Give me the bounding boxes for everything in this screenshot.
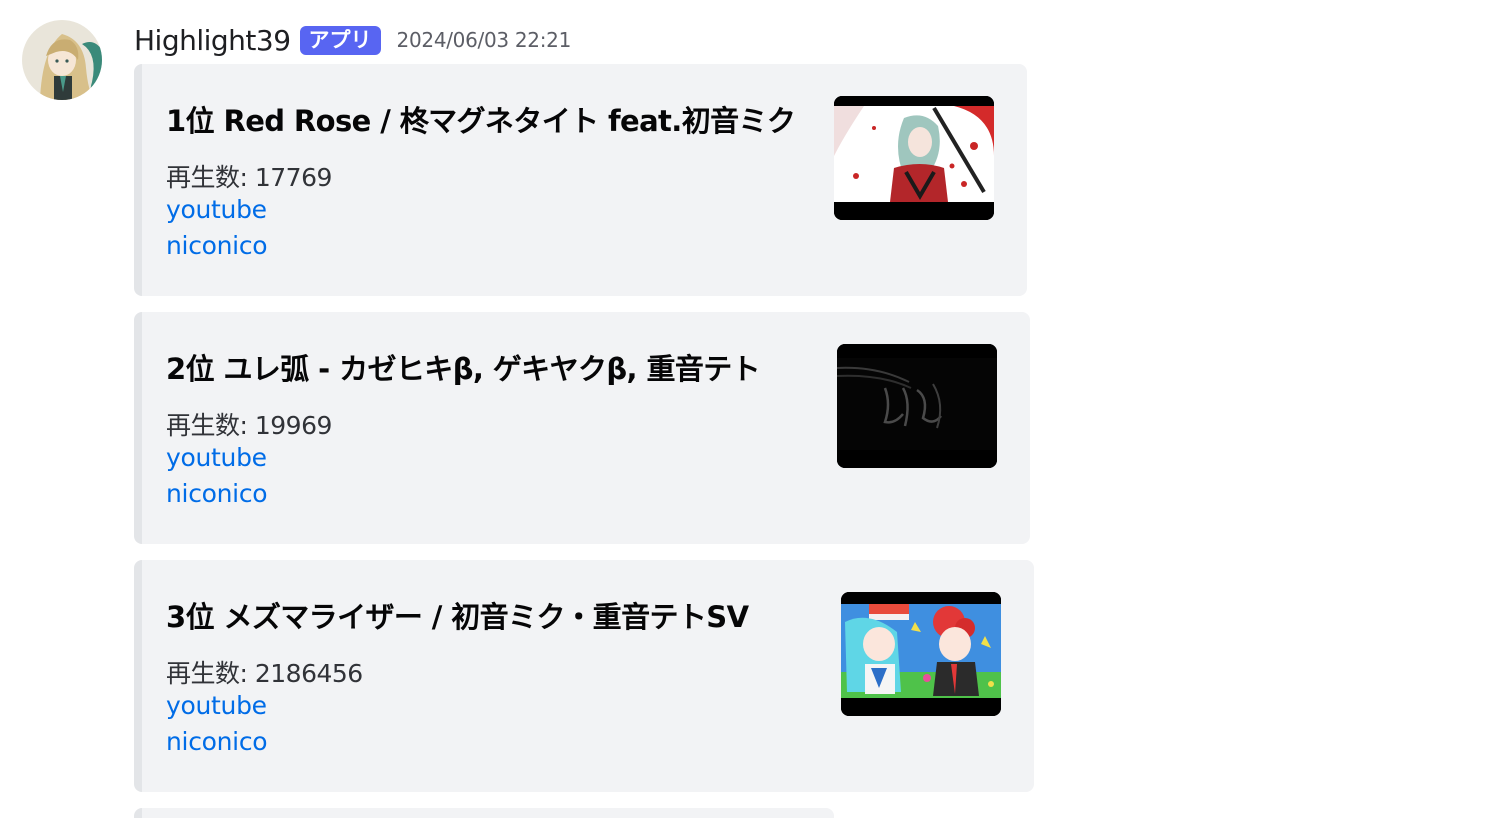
embed-card-1: 1位 Red Rose / 柊マグネタイト feat.初音ミク 再生数: 177… <box>134 64 1027 296</box>
red-rose-thumbnail-icon <box>834 96 994 220</box>
embed-title[interactable]: 2位 ユレ弧 - カゼヒキβ, ゲキヤクβ, 重音テト <box>166 346 761 388</box>
play-count: 再生数: 19969 <box>166 411 332 440</box>
app-badge: アプリ <box>299 25 381 55</box>
mesmerizer-thumbnail-icon <box>841 592 1001 716</box>
embed-card-2: 2位 ユレ弧 - カゼヒキβ, ゲキヤクβ, 重音テト 再生数: 19969 y… <box>134 312 1030 544</box>
embed-title[interactable]: 1位 Red Rose / 柊マグネタイト feat.初音ミク <box>166 98 796 140</box>
youtube-link[interactable]: youtube <box>166 443 267 472</box>
niconico-link[interactable]: niconico <box>166 727 268 756</box>
chat-message: Highlight39 アプリ 2024/06/03 22:21 1位 Red … <box>0 0 1492 818</box>
timestamp[interactable]: 2024/06/03 22:21 <box>397 28 572 52</box>
niconico-link[interactable]: niconico <box>166 479 268 508</box>
play-count: 再生数: 17769 <box>166 163 332 192</box>
embed-card-3: 3位 メズマライザー / 初音ミク・重音テトSV 再生数: 2186456 yo… <box>134 560 1034 792</box>
avatar[interactable] <box>22 20 102 100</box>
embed-title[interactable]: 3位 メズマライザー / 初音ミク・重音テトSV <box>166 594 749 636</box>
message-header: Highlight39 アプリ 2024/06/03 22:21 <box>134 20 571 60</box>
anime-character-avatar-icon <box>22 20 102 100</box>
yure-ko-thumbnail-icon <box>837 344 997 468</box>
video-thumbnail[interactable] <box>834 96 994 220</box>
niconico-link[interactable]: niconico <box>166 231 268 260</box>
username[interactable]: Highlight39 <box>134 24 291 57</box>
embed-card-4-partial <box>134 808 834 818</box>
youtube-link[interactable]: youtube <box>166 195 267 224</box>
youtube-link[interactable]: youtube <box>166 691 267 720</box>
video-thumbnail[interactable] <box>841 592 1001 716</box>
play-count: 再生数: 2186456 <box>166 659 363 688</box>
video-thumbnail[interactable] <box>837 344 997 468</box>
